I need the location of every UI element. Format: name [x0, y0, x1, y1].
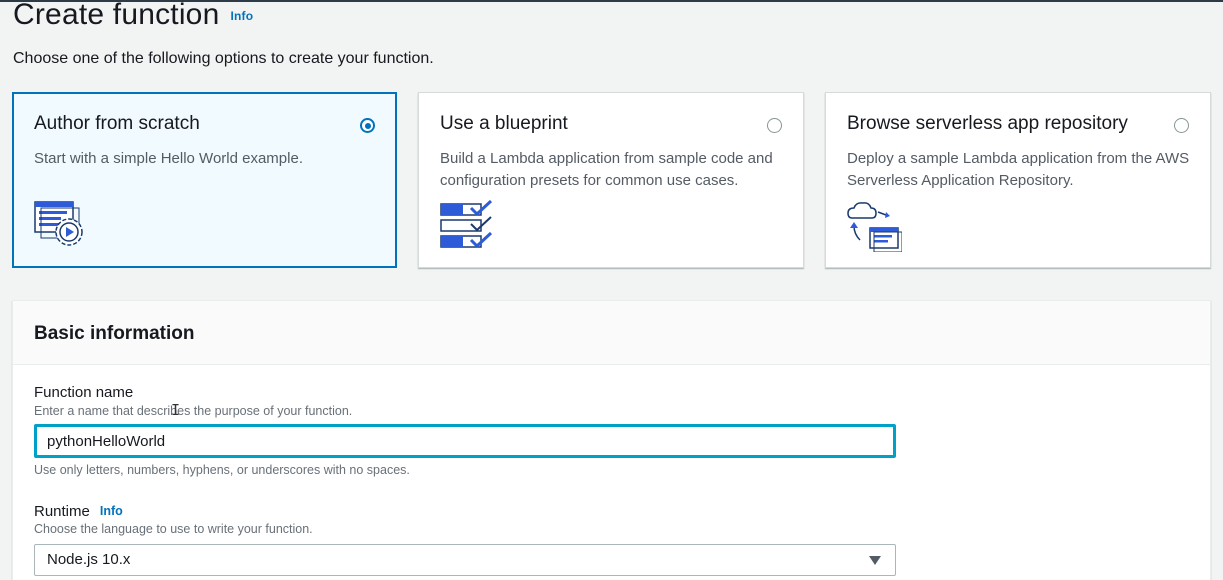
- option-title: Browse serverless app repository: [847, 113, 1128, 134]
- basic-information-panel: Basic information Function name Enter a …: [12, 300, 1211, 580]
- option-radio[interactable]: [360, 118, 375, 133]
- function-name-description: Enter a name that describes the purpose …: [34, 404, 353, 418]
- page-title: Create function Info: [13, 0, 253, 32]
- option-description: Build a Lambda application from sample c…: [440, 150, 773, 189]
- option-title: Use a blueprint: [440, 113, 568, 134]
- text-cursor-icon: I: [171, 401, 181, 419]
- option-title: Author from scratch: [34, 113, 200, 134]
- function-name-hint: Use only letters, numbers, hyphens, or u…: [34, 463, 410, 477]
- function-name-input[interactable]: [34, 424, 896, 458]
- runtime-select-value: Node.js 10.x: [47, 551, 131, 568]
- runtime-label-text: Runtime: [34, 503, 90, 520]
- blueprint-checklist-icon: [439, 199, 495, 252]
- option-browse-serverless-repo[interactable]: Browse serverless app repository Deploy …: [825, 92, 1211, 268]
- option-radio[interactable]: [767, 118, 782, 133]
- page-subtitle: Choose one of the following options to c…: [13, 50, 434, 67]
- runtime-description: Choose the language to use to write your…: [34, 522, 313, 536]
- chevron-down-icon: [869, 556, 881, 565]
- function-name-label: Function name: [34, 384, 134, 401]
- runtime-label: Runtime Info: [34, 503, 123, 520]
- option-use-blueprint[interactable]: Use a blueprint Build a Lambda applicati…: [418, 92, 804, 268]
- panel-title: Basic information: [34, 323, 195, 344]
- option-description: Deploy a sample Lambda application from …: [847, 150, 1190, 189]
- option-radio[interactable]: [1174, 118, 1189, 133]
- page-title-text: Create function: [13, 0, 220, 31]
- option-description: Start with a simple Hello World example.: [34, 150, 303, 167]
- panel-header: Basic information: [13, 301, 1210, 365]
- runtime-info-link[interactable]: Info: [100, 504, 123, 518]
- title-info-link[interactable]: Info: [230, 9, 253, 23]
- code-gear-icon: [33, 200, 89, 252]
- runtime-select[interactable]: Node.js 10.x: [34, 544, 896, 576]
- option-author-from-scratch[interactable]: Author from scratch Start with a simple …: [12, 92, 397, 268]
- cloud-repository-icon: [846, 200, 903, 253]
